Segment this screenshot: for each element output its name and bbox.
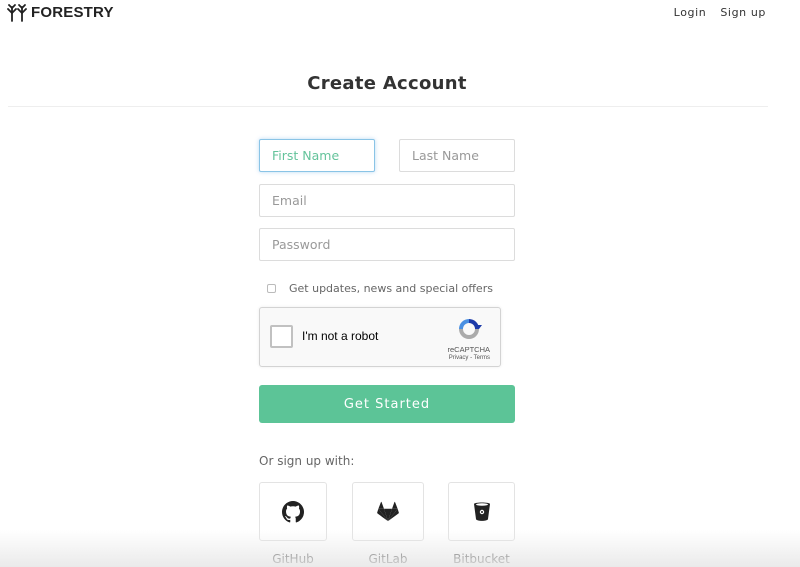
bitbucket-icon xyxy=(473,502,490,521)
newsletter-checkbox[interactable] xyxy=(267,284,276,293)
brand-name: FORESTRY xyxy=(31,4,114,21)
bitbucket-signup-button[interactable] xyxy=(448,482,515,541)
password-input[interactable]: Password xyxy=(259,228,515,261)
login-link[interactable]: Login xyxy=(674,6,707,19)
gitlab-signup-button[interactable] xyxy=(352,482,424,541)
github-icon xyxy=(282,500,304,522)
recaptcha-brand: reCAPTCHA xyxy=(447,345,490,354)
github-signup-button[interactable] xyxy=(259,482,327,541)
page-title: Create Account xyxy=(307,73,467,94)
signup-link[interactable]: Sign up xyxy=(720,6,766,19)
bitbucket-label: Bitbucket xyxy=(453,552,510,566)
last-name-input[interactable]: Last Name xyxy=(399,139,515,172)
brand-logo[interactable]: FORESTRY xyxy=(7,3,114,22)
gitlab-icon xyxy=(377,501,399,521)
forestry-trees-icon xyxy=(7,4,27,22)
recaptcha-checkbox[interactable] xyxy=(270,325,293,348)
get-started-button[interactable]: Get Started xyxy=(259,385,515,423)
recaptcha-label: I'm not a robot xyxy=(302,329,379,343)
gitlab-label: GitLab xyxy=(368,552,408,566)
recaptcha-widget: I'm not a robot reCAPTCHA Privacy - Term… xyxy=(259,307,501,367)
newsletter-optin[interactable]: Get updates, news and special offers xyxy=(267,282,493,295)
email-input[interactable]: Email xyxy=(259,184,515,217)
social-signup-heading: Or sign up with: xyxy=(259,454,355,468)
newsletter-label: Get updates, news and special offers xyxy=(289,282,493,295)
title-divider xyxy=(8,106,768,107)
recaptcha-links[interactable]: Privacy - Terms xyxy=(449,355,490,361)
first-name-input[interactable]: First Name xyxy=(259,139,375,172)
top-bar: FORESTRY Login Sign up xyxy=(0,0,800,26)
github-label: GitHub xyxy=(272,552,314,566)
recaptcha-icon xyxy=(459,319,482,339)
top-nav: Login Sign up xyxy=(674,6,766,19)
